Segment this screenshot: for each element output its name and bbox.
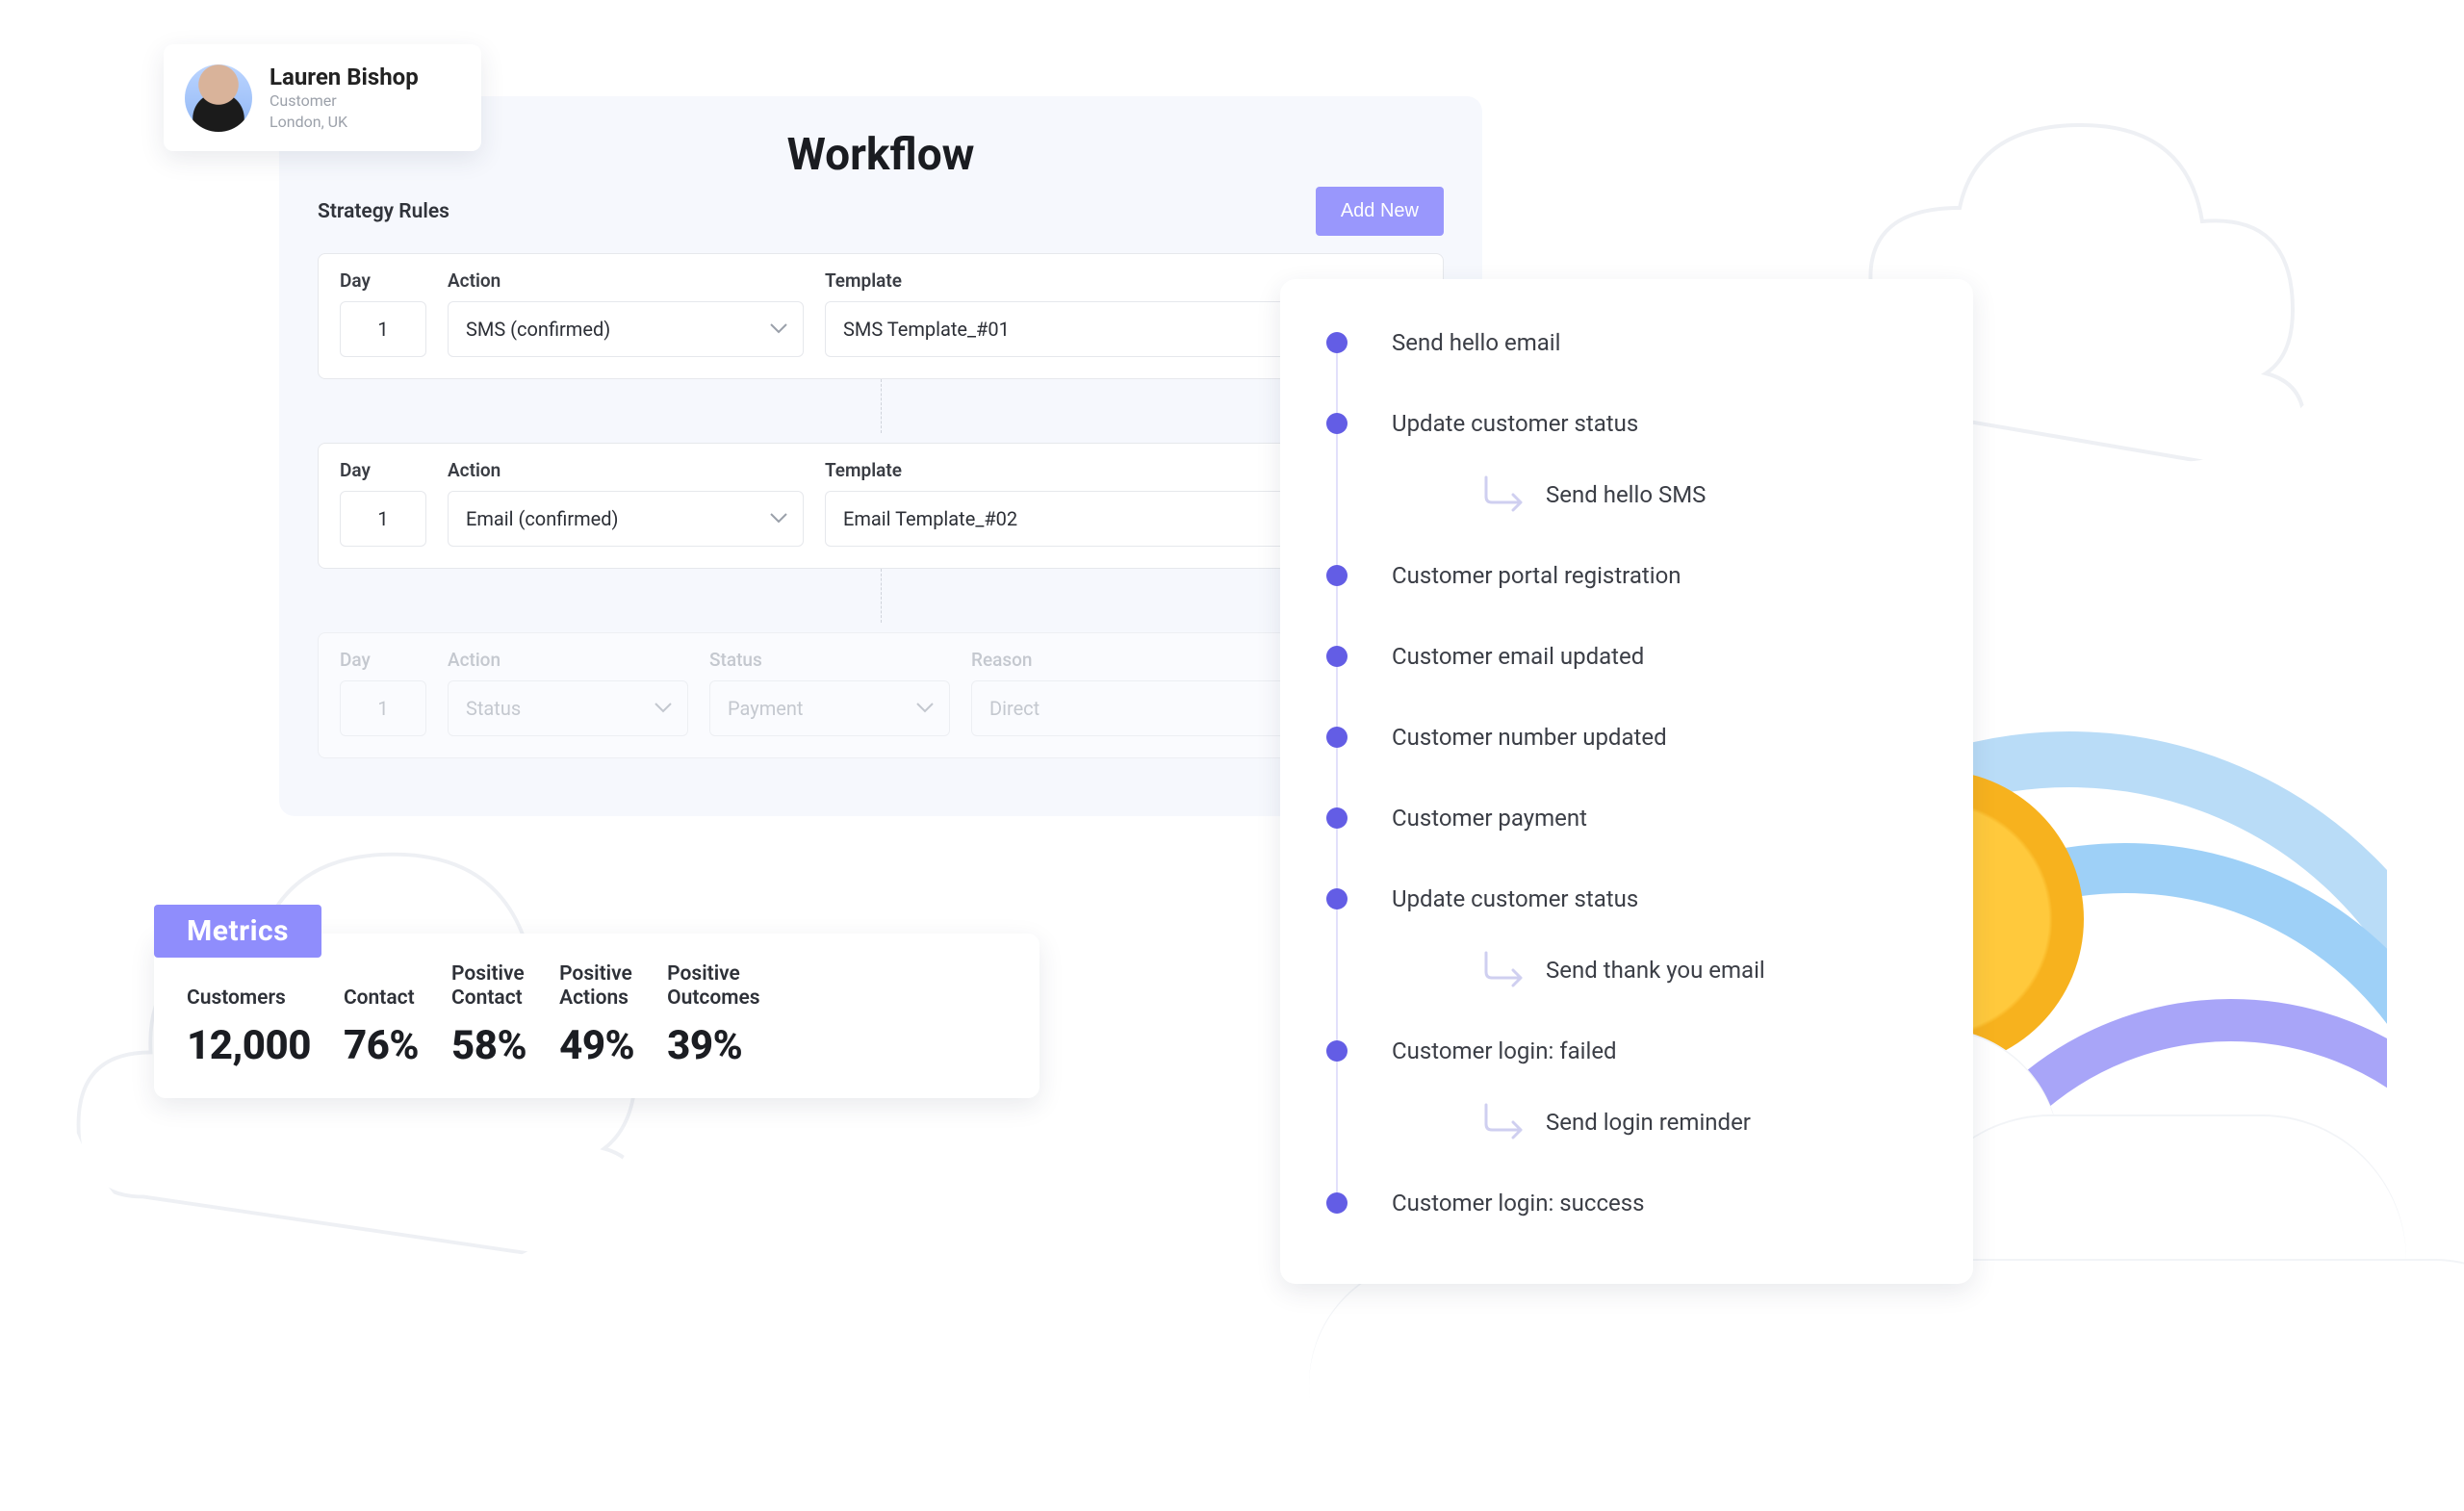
timeline-subitem-label: Send login reminder	[1546, 1109, 1751, 1136]
metrics-badge: Metrics	[154, 905, 321, 958]
timeline-subitem-label: Send thank you email	[1546, 957, 1765, 984]
metric-value: 76%	[344, 1022, 419, 1069]
day-label: Day	[340, 459, 426, 481]
timeline-dot-icon	[1326, 727, 1348, 748]
metric-value: 49%	[559, 1022, 634, 1069]
timeline-line	[1336, 335, 1338, 1211]
timeline-item-label: Update customer status	[1392, 885, 1638, 912]
timeline-dot-icon	[1326, 1192, 1348, 1214]
user-card: Lauren Bishop Customer London, UK	[164, 44, 481, 151]
timeline-item-label: Send hello email	[1392, 329, 1560, 356]
timeline-item-label: Update customer status	[1392, 410, 1638, 437]
timeline-dot-icon	[1326, 807, 1348, 829]
timeline-subitem-label: Send hello SMS	[1546, 481, 1706, 508]
metric-value: 39%	[667, 1022, 759, 1069]
chevron-down-icon	[770, 513, 787, 525]
timeline-subitem[interactable]: Send hello SMS	[1324, 470, 1929, 520]
metric-value: 58%	[451, 1022, 526, 1069]
metrics-card: Metrics Customers12,000Contact76%Positiv…	[154, 934, 1040, 1098]
timeline-dot-icon	[1326, 413, 1348, 434]
strategy-rule-card: Day 1 Action SMS (confirmed) Template SM…	[318, 253, 1444, 379]
user-role: Customer	[270, 90, 419, 112]
strategy-rule-card: Day 1 Action Email (confirmed) Template …	[318, 443, 1444, 569]
action-select[interactable]: Status	[448, 680, 688, 736]
day-input[interactable]: 1	[340, 680, 426, 736]
timeline-dot-icon	[1326, 888, 1348, 909]
action-select[interactable]: SMS (confirmed)	[448, 301, 804, 357]
metric-label: PositiveOutcomes	[667, 962, 759, 1011]
chevron-down-icon	[916, 703, 934, 714]
metric-label: Contact	[344, 986, 419, 1011]
timeline-item-label: Customer login: success	[1392, 1190, 1645, 1216]
timeline-item[interactable]: Customer number updated	[1324, 712, 1929, 762]
day-label: Day	[340, 649, 426, 671]
timeline-dot-icon	[1326, 646, 1348, 667]
action-label: Action	[448, 269, 804, 292]
timeline-item[interactable]: Update customer status	[1324, 874, 1929, 924]
status-select[interactable]: Payment	[709, 680, 950, 736]
timeline-item[interactable]: Customer email updated	[1324, 631, 1929, 681]
timeline-dot-icon	[1326, 565, 1348, 586]
avatar	[185, 64, 252, 132]
timeline-item[interactable]: Customer portal registration	[1324, 551, 1929, 601]
timeline-dot-icon	[1326, 1040, 1348, 1062]
add-new-button[interactable]: Add New	[1316, 187, 1444, 236]
metric-label: Customers	[187, 986, 311, 1011]
panel-title: Workflow	[318, 129, 1444, 181]
metric: Contact 76%	[344, 986, 419, 1069]
metric: PositiveContact 58%	[451, 962, 526, 1069]
events-timeline-card: Send hello email Update customer status Se…	[1280, 279, 1973, 1284]
sub-arrow-icon	[1482, 949, 1528, 991]
timeline-item[interactable]: Update customer status	[1324, 398, 1929, 448]
timeline-item[interactable]: Customer payment	[1324, 793, 1929, 843]
sub-arrow-icon	[1482, 474, 1528, 516]
rule-connector	[881, 379, 882, 433]
timeline-item-label: Customer number updated	[1392, 724, 1667, 751]
chevron-down-icon	[770, 323, 787, 335]
metric: Customers 12,000	[187, 986, 311, 1069]
panel-subtitle: Strategy Rules	[318, 200, 449, 223]
timeline-item[interactable]: Customer login: failed	[1324, 1026, 1929, 1076]
day-label: Day	[340, 269, 426, 292]
user-location: London, UK	[270, 112, 419, 133]
rule-connector	[881, 569, 882, 623]
timeline-item-label: Customer email updated	[1392, 643, 1644, 670]
user-name: Lauren Bishop	[270, 64, 419, 90]
metric-value: 12,000	[187, 1022, 311, 1069]
action-select[interactable]: Email (confirmed)	[448, 491, 804, 547]
strategy-rule-card-draft: Day 1 Action Status Status Payment	[318, 632, 1444, 758]
metric: PositiveActions 49%	[559, 962, 634, 1069]
timeline-subitem[interactable]: Send thank you email	[1324, 945, 1929, 995]
timeline-item[interactable]: Customer login: success	[1324, 1178, 1929, 1228]
chevron-down-icon	[654, 703, 672, 714]
day-input[interactable]: 1	[340, 491, 426, 547]
timeline-subitem[interactable]: Send login reminder	[1324, 1097, 1929, 1147]
metric-label: PositiveActions	[559, 962, 634, 1011]
status-label: Status	[709, 649, 950, 671]
timeline-item[interactable]: Send hello email	[1324, 318, 1929, 368]
action-label: Action	[448, 649, 688, 671]
sub-arrow-icon	[1482, 1101, 1528, 1143]
timeline-dot-icon	[1326, 332, 1348, 353]
action-label: Action	[448, 459, 804, 481]
timeline-item-label: Customer portal registration	[1392, 562, 1681, 589]
metric: PositiveOutcomes 39%	[667, 962, 759, 1069]
timeline-item-label: Customer login: failed	[1392, 1037, 1617, 1064]
metric-label: PositiveContact	[451, 962, 526, 1011]
timeline-item-label: Customer payment	[1392, 805, 1587, 832]
day-input[interactable]: 1	[340, 301, 426, 357]
